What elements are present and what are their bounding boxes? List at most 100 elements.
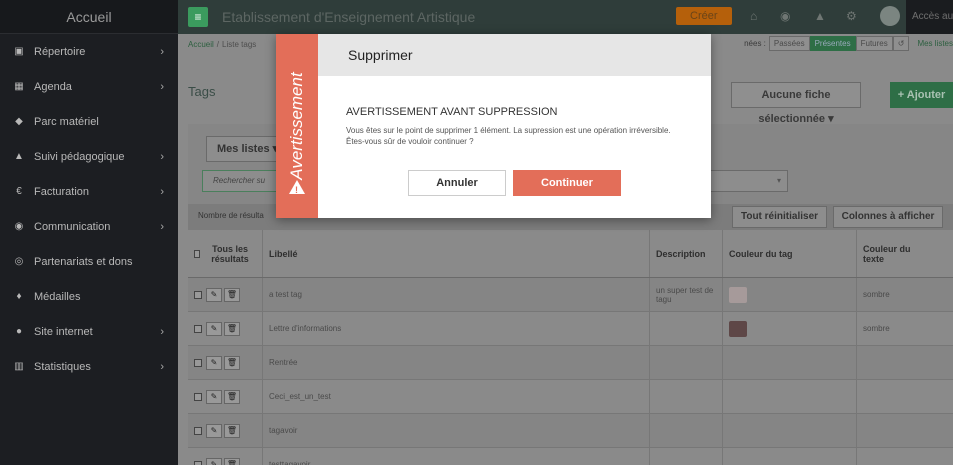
cell-text-color	[857, 414, 917, 447]
filter-future-button[interactable]: Futures	[855, 36, 893, 51]
delete-icon[interactable]: 🗑	[224, 389, 240, 404]
table-row[interactable]: ✎ 🗑 a test tag un super test de tagu sombre	[188, 278, 953, 312]
filter-passed-button[interactable]: Passées	[768, 36, 810, 51]
cell-tag-color	[723, 414, 857, 447]
sidebar-title[interactable]: Accueil	[0, 0, 178, 34]
continue-button[interactable]: Continuer	[513, 170, 621, 196]
edit-icon[interactable]: ✎	[206, 389, 222, 404]
table-row[interactable]: ✎ 🗑 Ceci_est_un_test	[188, 380, 953, 414]
edit-icon[interactable]: ✎	[206, 287, 222, 302]
delete-icon[interactable]: 🗑	[224, 355, 240, 370]
edit-icon[interactable]: ✎	[206, 355, 222, 370]
sidebar-item[interactable]: ♦ Médailles	[0, 279, 178, 314]
sidebar: Accueil ▣ Répertoire › ▦ Agenda › ◆ Parc matéri…	[0, 0, 178, 465]
edit-icon[interactable]: ✎	[206, 423, 222, 438]
edit-icon[interactable]: ✎	[206, 321, 222, 336]
row-actions: ✎ 🗑	[188, 380, 263, 413]
trophy-icon: ♦	[16, 291, 22, 302]
sidebar-item[interactable]: ◉ Communication ›	[0, 209, 178, 244]
filter-present-button[interactable]: Présentes	[809, 36, 856, 51]
bell-icon[interactable]: ▲	[814, 9, 826, 23]
cell-description: un super test de tagu	[650, 278, 723, 311]
euro-icon: €	[16, 186, 22, 197]
my-lists-dropdown[interactable]: Mes listes ▾	[206, 136, 286, 162]
row-checkbox[interactable]	[194, 290, 202, 299]
topbar: ≡ Etablissement d'Enseignement Artistiqu…	[178, 0, 953, 34]
row-checkbox[interactable]	[194, 324, 202, 333]
add-button[interactable]: + Ajouter	[890, 82, 953, 108]
cell-description	[650, 380, 723, 413]
edit-icon[interactable]: ✎	[206, 457, 222, 465]
calendar-icon: ▦	[14, 81, 24, 92]
cell-tag-color	[723, 346, 857, 379]
sidebar-item[interactable]: ▲ Suivi pédagogique ›	[0, 139, 178, 174]
avatar[interactable]	[880, 6, 900, 26]
reset-filter-icon[interactable]: ↺	[892, 36, 910, 51]
row-checkbox[interactable]	[194, 392, 202, 401]
cell-text-color	[857, 448, 917, 465]
row-checkbox[interactable]	[194, 426, 202, 435]
cell-label: Rentrée	[263, 346, 650, 379]
cell-label: a test tag	[263, 278, 650, 311]
menu-toggle-button[interactable]: ≡	[188, 7, 208, 27]
header-select-all: Tous les résultats	[188, 230, 263, 277]
sidebar-item[interactable]: ◆ Parc matériel	[0, 104, 178, 139]
globe-icon: ●	[15, 326, 23, 337]
handshake-icon: ◎	[14, 256, 24, 267]
access-link[interactable]: Accès au	[906, 0, 953, 34]
cell-text-color	[857, 346, 917, 379]
sidebar-item-label: Communication	[34, 220, 111, 233]
gear-icon[interactable]: ⚙	[846, 9, 857, 23]
header-text-color[interactable]: Couleur du texte	[857, 230, 917, 277]
row-actions: ✎ 🗑	[188, 312, 263, 345]
delete-icon[interactable]: 🗑	[224, 287, 240, 302]
row-actions: ✎ 🗑	[188, 346, 263, 379]
sidebar-item[interactable]: ◎ Partenariats et dons	[0, 244, 178, 279]
chevron-right-icon: ›	[160, 360, 164, 373]
cell-tag-color	[723, 380, 857, 413]
select-all-checkbox[interactable]	[194, 249, 201, 258]
sidebar-item[interactable]: ● Site internet ›	[0, 314, 178, 349]
table-row[interactable]: ✎ 🗑 Lettre d'informations sombre	[188, 312, 953, 346]
delete-icon[interactable]: 🗑	[224, 321, 240, 336]
sidebar-item[interactable]: € Facturation ›	[0, 174, 178, 209]
header-description[interactable]: Description	[650, 230, 723, 277]
chevron-right-icon: ›	[160, 150, 164, 163]
delete-icon[interactable]: 🗑	[224, 457, 240, 465]
selection-dropdown-button[interactable]: Aucune fiche sélectionnée ▾	[731, 82, 861, 125]
cell-description	[650, 414, 723, 447]
reset-all-button[interactable]: Tout réinitialiser	[732, 206, 827, 228]
filter-select[interactable]: ▾	[708, 170, 788, 192]
row-checkbox[interactable]	[194, 358, 202, 367]
columns-button[interactable]: Colonnes à afficher	[833, 206, 943, 228]
header-label[interactable]: Libellé	[263, 230, 650, 277]
header-all-results: Tous les résultats	[211, 243, 249, 264]
delete-icon[interactable]: 🗑	[224, 423, 240, 438]
chevron-right-icon: ›	[160, 325, 164, 338]
period-filter-label: nées :	[744, 39, 766, 48]
cancel-button[interactable]: Annuler	[408, 170, 506, 196]
tag-color-swatch	[729, 286, 747, 303]
home-icon[interactable]: ⌂	[750, 9, 757, 23]
cell-tag-color	[723, 278, 857, 311]
row-checkbox[interactable]	[194, 460, 202, 465]
sidebar-item[interactable]: ▥ Statistiques ›	[0, 349, 178, 384]
chevron-right-icon: ›	[160, 185, 164, 198]
sidebar-item[interactable]: ▣ Répertoire ›	[0, 34, 178, 69]
table-row[interactable]: ✎ 🗑 tagavoir	[188, 414, 953, 448]
row-actions: ✎ 🗑	[188, 414, 263, 447]
globe-icon[interactable]: ◉	[780, 9, 790, 23]
row-actions: ✎ 🗑	[188, 278, 263, 311]
sidebar-item[interactable]: ▦ Agenda ›	[0, 69, 178, 104]
sidebar-item-label: Suivi pédagogique	[34, 150, 125, 163]
header-tag-color[interactable]: Couleur du tag	[723, 230, 857, 277]
sidebar-item-label: Parc matériel	[34, 115, 99, 128]
my-lists-link[interactable]: Mes listes	[917, 39, 953, 48]
table-row[interactable]: ✎ 🗑 testtagavoir	[188, 448, 953, 465]
bar-chart-icon: ▥	[14, 361, 24, 372]
create-button[interactable]: Créer	[676, 7, 732, 25]
table-header: Tous les résultats Libellé Description C…	[188, 230, 953, 278]
table-row[interactable]: ✎ 🗑 Rentrée	[188, 346, 953, 380]
table-body: ✎ 🗑 a test tag un super test de tagu sombre ✎…	[188, 278, 953, 465]
breadcrumb-home[interactable]: Accueil	[188, 40, 214, 49]
